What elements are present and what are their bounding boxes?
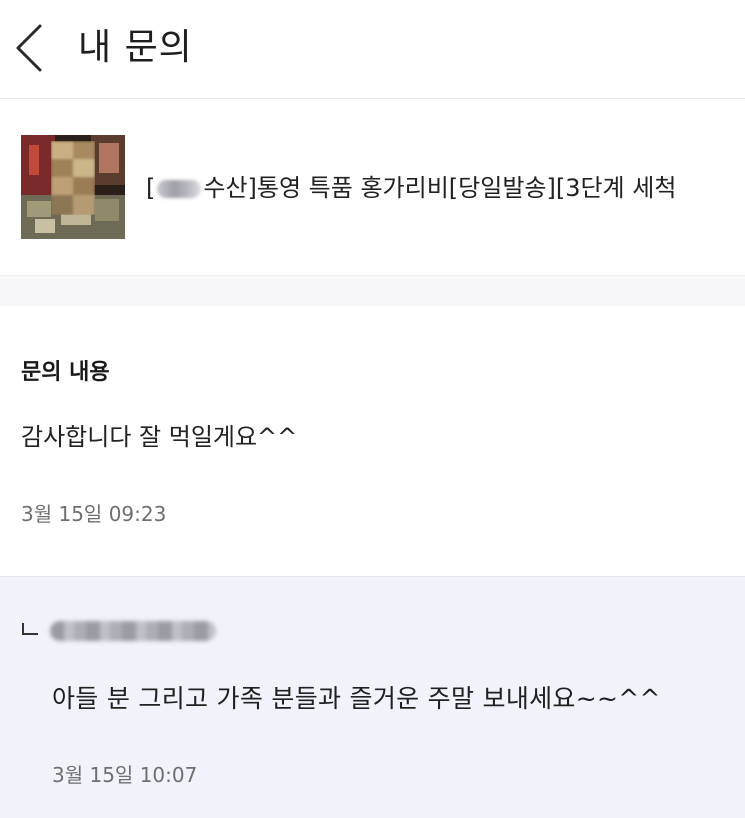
blurred-seller-name xyxy=(157,180,202,198)
blurred-responder-name xyxy=(50,621,216,641)
inquiry-timestamp: 3월 15일 09:23 xyxy=(21,502,167,526)
product-title-text: 수산]통영 특품 홍가리비[당일발송][3단계 세척 xyxy=(203,174,677,202)
product-thumbnail xyxy=(21,135,125,239)
section-divider xyxy=(0,276,745,306)
product-title: [ 수산]통영 특품 홍가리비[당일발송][3단계 세척 xyxy=(146,171,676,205)
inquiry-text: 감사합니다 잘 먹일게요^^ xyxy=(21,423,298,451)
back-button[interactable] xyxy=(4,18,56,78)
app-header: 내 문의 xyxy=(0,0,745,99)
page-title: 내 문의 xyxy=(78,27,193,68)
reply-timestamp: 3월 15일 10:07 xyxy=(52,763,198,787)
reply-arrow-icon xyxy=(22,623,38,635)
inquiry-section: 문의 내용 감사합니다 잘 먹일게요^^ 3월 15일 09:23 xyxy=(0,306,745,576)
reply-text: 아들 분 그리고 가족 분들과 즐거운 주말 보내세요~~^^ xyxy=(52,684,661,713)
product-card[interactable]: [ 수산]통영 특품 홍가리비[당일발송][3단계 세척 xyxy=(0,99,745,276)
inquiry-label: 문의 내용 xyxy=(21,360,110,385)
product-title-bracket: [ xyxy=(146,174,156,202)
chevron-left-icon xyxy=(16,24,42,72)
reply-section: 아들 분 그리고 가족 분들과 즐거운 주말 보내세요~~^^ 3월 15일 1… xyxy=(0,576,745,818)
